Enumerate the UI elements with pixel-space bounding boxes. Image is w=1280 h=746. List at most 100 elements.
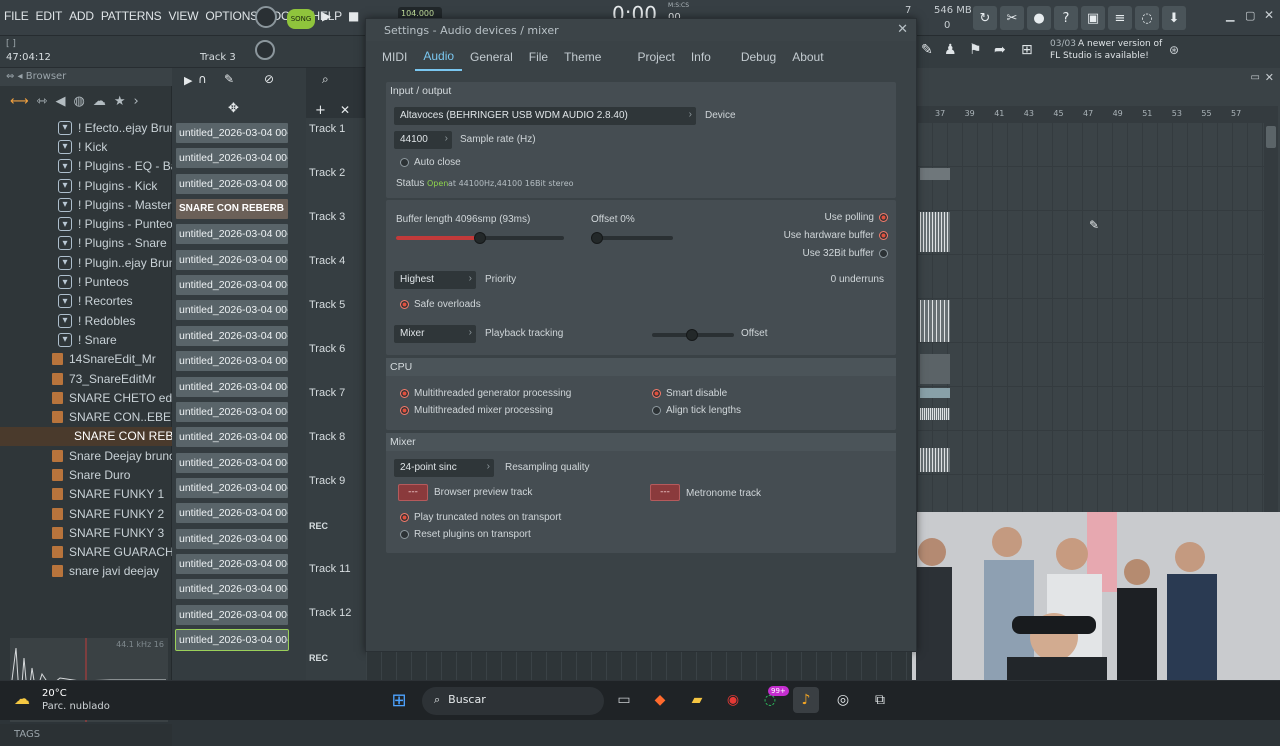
offset-handle[interactable] — [591, 232, 603, 244]
playback-tracking-select[interactable]: Mixer — [394, 325, 476, 343]
play-icon[interactable]: ▶ — [322, 9, 331, 23]
help-icon[interactable]: ? — [1054, 6, 1078, 30]
star-icon[interactable]: ★ — [114, 94, 126, 109]
song-mode-toggle[interactable]: SONG — [287, 9, 315, 29]
close-window-icon[interactable]: ✕ — [1264, 8, 1274, 22]
channel-button[interactable]: SNARE CON REBERB — [176, 199, 288, 220]
app-icon[interactable]: ⧉ — [867, 687, 893, 713]
tab-about[interactable]: About — [784, 44, 831, 70]
browser-item[interactable]: SNARE FUNKY 3 — [0, 523, 172, 542]
auto-close-radio[interactable] — [400, 158, 409, 167]
minimize-icon[interactable]: ▁ — [1226, 9, 1234, 22]
channel-button[interactable]: untitled_2026-03-04 00-... — [176, 148, 288, 169]
browser-item[interactable]: ▾ ! Snare — [0, 330, 172, 349]
windows-start-icon[interactable]: ⊞ — [386, 687, 412, 713]
channel-button[interactable]: untitled_2026-03-04 00-... — [176, 249, 288, 270]
priority-select[interactable]: Highest — [394, 271, 476, 289]
reset-plugins-option[interactable]: Reset plugins on transport — [400, 529, 531, 540]
chat-icon[interactable]: ◌ — [1135, 6, 1159, 30]
channel-button[interactable]: untitled_2026-03-04 00-... — [176, 325, 288, 346]
pencil-icon[interactable]: ✎ — [224, 72, 234, 86]
dialog-close-icon[interactable]: ✕ — [897, 22, 908, 37]
browser-item[interactable]: Snare Duro — [0, 465, 172, 484]
weather-icon[interactable]: ☁ — [14, 689, 30, 708]
align-tick-option[interactable]: Align tick lengths — [652, 405, 741, 416]
track-header[interactable]: Track 7 — [309, 387, 345, 399]
channel-button[interactable]: untitled_2026-03-04 00-... — [176, 275, 288, 296]
explorer-icon[interactable]: ▰ — [684, 687, 710, 713]
menu-file[interactable]: FILE — [4, 9, 29, 23]
browser-item[interactable]: ▾ ! Punteos — [0, 272, 172, 291]
channel-button[interactable]: untitled_2026-03-04 00-... — [176, 401, 288, 422]
channel-button[interactable]: untitled_2026-03-04 00-... — [176, 173, 288, 194]
maximize-icon[interactable]: ▢ — [1245, 9, 1255, 22]
save-icon[interactable]: ▣ — [1081, 6, 1105, 30]
menu-options[interactable]: OPTIONS — [205, 9, 258, 23]
smart-disable-radio[interactable] — [652, 389, 661, 398]
browser-item[interactable]: ▾ ! Plugins - Punteo — [0, 214, 172, 233]
tab-general[interactable]: General — [462, 44, 521, 70]
preview-track-button[interactable]: --- — [398, 484, 428, 501]
use-32bit-radio[interactable] — [879, 249, 888, 258]
use-32bit-option[interactable]: Use 32Bit buffer — [802, 248, 888, 259]
audio-clip[interactable] — [920, 408, 950, 420]
channel-button[interactable]: untitled_2026-03-04 00-... — [176, 123, 288, 143]
browser-item[interactable]: ▾ ! Plugins - Snare — [0, 234, 172, 253]
browser-item[interactable]: 14SnareEdit_Mr — [0, 350, 172, 369]
menu-view[interactable]: VIEW — [168, 9, 198, 23]
browser-item[interactable]: ▾ ! Recortes — [0, 292, 172, 311]
channel-button[interactable]: untitled_2026-03-04 00-... — [176, 452, 288, 473]
channel-button[interactable]: untitled_2026-03-04 00-... — [176, 224, 288, 245]
scroll-thumb[interactable] — [1266, 126, 1276, 148]
tracking-offset-handle[interactable] — [686, 329, 698, 341]
multi-gen-option[interactable]: Multithreaded generator processing — [400, 388, 571, 399]
share-icon[interactable]: ➦ — [994, 42, 1006, 58]
tab-debug[interactable]: Debug — [733, 44, 784, 70]
cloud-icon[interactable]: ☁ — [93, 94, 106, 109]
playlist-maximize-icon[interactable]: ▭ — [1251, 72, 1260, 83]
tab-info[interactable]: Info — [683, 44, 719, 70]
mute-icon[interactable]: ⊘ — [264, 72, 274, 86]
align-tick-radio[interactable] — [652, 406, 661, 415]
track-header[interactable]: REC — [309, 651, 328, 663]
audio-clip[interactable] — [920, 448, 950, 472]
multi-mix-option[interactable]: Multithreaded mixer processing — [400, 405, 553, 416]
obs-icon[interactable]: ◎ — [830, 687, 856, 713]
brave-icon[interactable]: ◆ — [647, 687, 673, 713]
safe-overloads-radio[interactable] — [400, 300, 409, 309]
resampling-select[interactable]: 24-point sinc — [394, 459, 494, 477]
track-header[interactable]: Track 12 — [309, 607, 351, 619]
channel-play-icon[interactable]: ▶ — [184, 74, 192, 87]
use-hw-buffer-radio[interactable] — [879, 231, 888, 240]
weather-desc[interactable]: Parc. nublado — [42, 701, 110, 712]
tab-file[interactable]: File — [521, 44, 556, 70]
audio-clip[interactable] — [920, 300, 950, 342]
update-icon[interactable]: ⊛ — [1169, 43, 1179, 57]
channel-button[interactable]: untitled_2026-03-04 00-... — [176, 553, 288, 574]
channel-button[interactable]: untitled_2026-03-04 00-... — [176, 528, 288, 549]
offset-slider[interactable] — [591, 236, 673, 240]
tempo-tool-icon[interactable]: ⚑ — [969, 42, 982, 58]
track-header[interactable]: Track 5 — [309, 299, 345, 311]
tab-theme[interactable]: Theme — [556, 44, 609, 70]
use-hw-buffer-option[interactable]: Use hardware buffer — [784, 230, 888, 241]
browser-item[interactable]: SNARE GUARACHA — [0, 543, 172, 562]
channel-button[interactable]: untitled_2026-03-04 00-... — [175, 629, 289, 651]
play-truncated-radio[interactable] — [400, 513, 409, 522]
track-header[interactable]: Track 2 — [309, 167, 345, 179]
track-header[interactable]: Track 11 — [309, 563, 351, 575]
playlist-close-icon[interactable]: ✕ — [1265, 71, 1274, 84]
browser-item[interactable]: ▾ ! Plugins - Kick — [0, 176, 172, 195]
plugin-icon[interactable]: ✎ — [921, 42, 933, 58]
stop-icon[interactable]: ■ — [348, 9, 359, 23]
task-view-icon[interactable]: ▭ — [611, 687, 637, 713]
safe-overloads-option[interactable]: Safe overloads — [400, 299, 481, 310]
track-header[interactable]: Track 9 — [309, 475, 345, 487]
master-volume-knob[interactable] — [255, 6, 277, 28]
channel-button[interactable]: untitled_2026-03-04 00-... — [176, 579, 288, 600]
taskbar-search[interactable]: ⌕ Buscar — [422, 687, 604, 715]
browser-nav-icon[interactable]: ⟷ — [10, 94, 29, 109]
browser-item[interactable]: ▾ ! Efecto..ejay Bruno — [0, 118, 172, 137]
browser-item[interactable]: SNARE FUNKY 2 — [0, 504, 172, 523]
browser-item[interactable]: 73_SnareEditMr — [0, 369, 172, 388]
